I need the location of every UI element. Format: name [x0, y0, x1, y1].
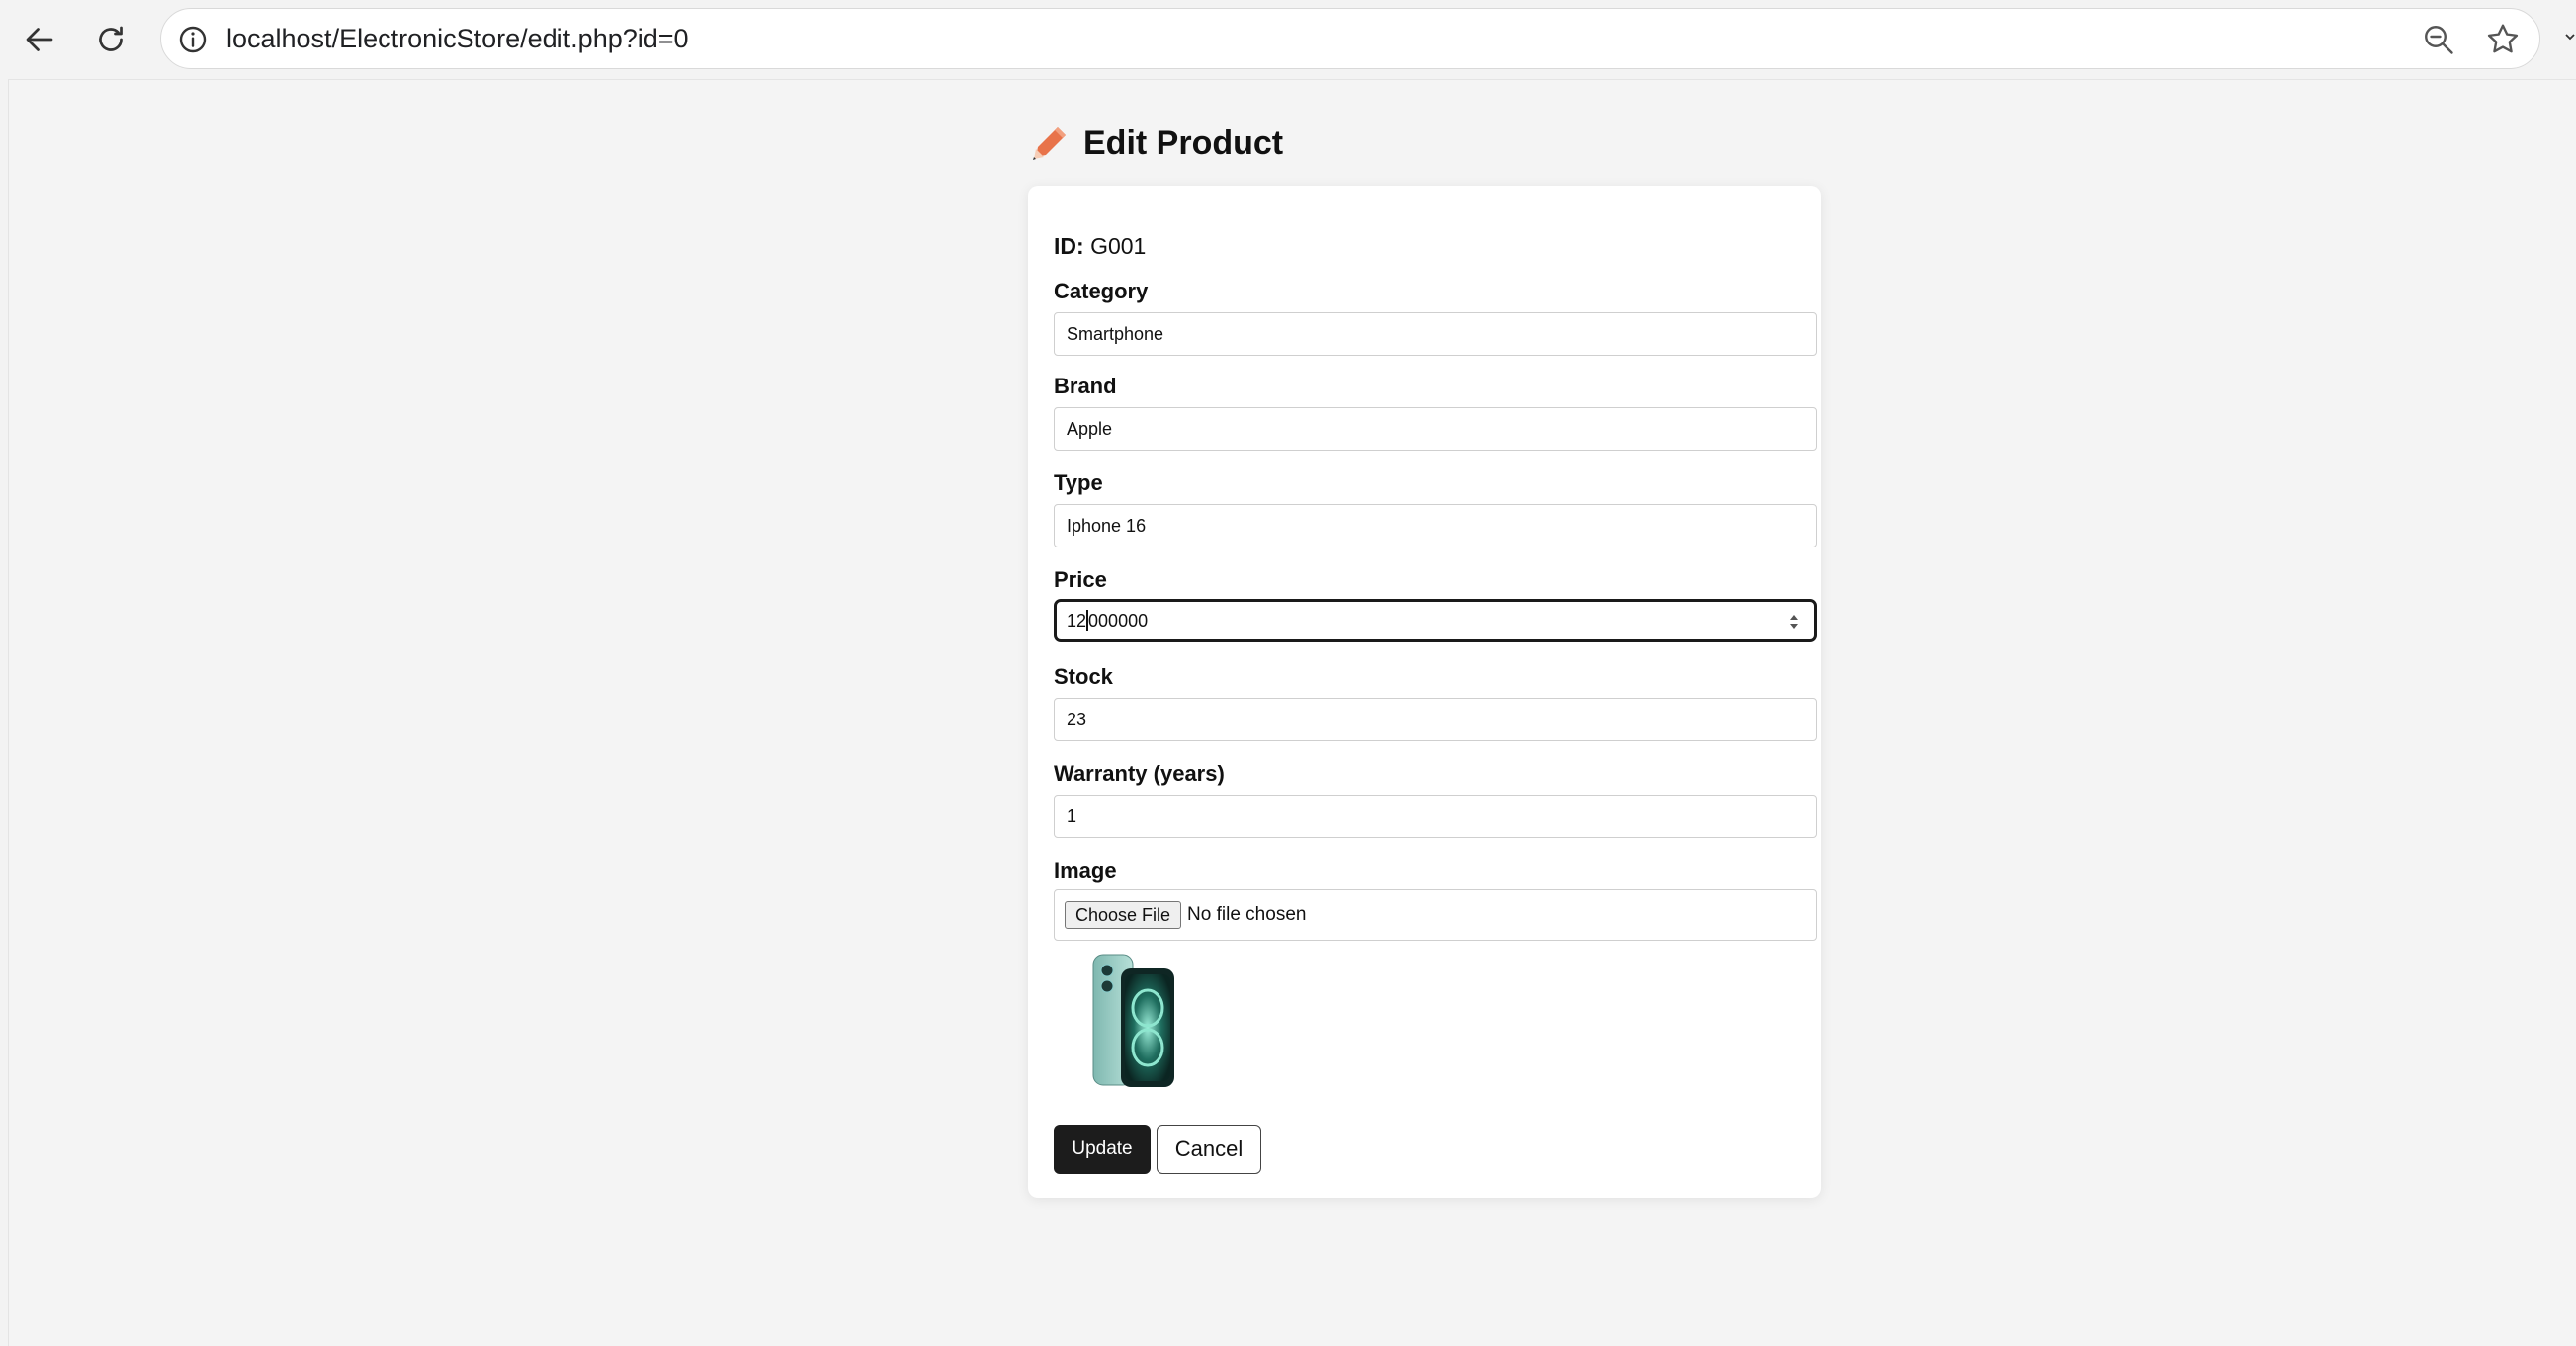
chevron-down-icon[interactable]	[2562, 26, 2576, 49]
edit-product-form: ID: G001 Category Smartphone Brand Apple…	[1028, 186, 1821, 1198]
product-id: ID: G001	[1054, 233, 1146, 260]
update-button[interactable]: Update	[1054, 1125, 1151, 1174]
pencil-icon	[1033, 127, 1066, 160]
price-label: Price	[1054, 567, 1107, 592]
choose-file-button[interactable]: Choose File	[1065, 901, 1182, 929]
type-label: Type	[1054, 470, 1103, 495]
reload-button[interactable]	[85, 14, 136, 65]
type-input[interactable]: Iphone 16	[1054, 504, 1817, 547]
reload-icon	[99, 26, 123, 51]
url-text[interactable]: localhost/ElectronicStore/edit.php?id=0	[226, 21, 689, 56]
cancel-button[interactable]: Cancel	[1157, 1125, 1261, 1174]
stock-input[interactable]: 23	[1054, 698, 1817, 741]
image-file-input[interactable]: Choose File No file chosen	[1054, 889, 1817, 941]
info-icon[interactable]	[177, 24, 209, 55]
warranty-input[interactable]: 1	[1054, 795, 1817, 838]
category-value: Smartphone	[1067, 323, 1164, 344]
image-label: Image	[1054, 858, 1117, 883]
warranty-label: Warranty (years)	[1054, 761, 1225, 786]
number-spinner-icon[interactable]	[1788, 611, 1800, 632]
address-bar[interactable]: localhost/ElectronicStore/edit.php?id=0	[160, 8, 2540, 69]
page-title: Edit Product	[1030, 119, 1283, 168]
zoom-out-icon[interactable]	[2421, 22, 2456, 57]
product-image-preview	[1092, 954, 1174, 1087]
back-arrow-icon	[26, 28, 53, 51]
id-value: G001	[1090, 233, 1147, 259]
stock-value: 23	[1067, 709, 1087, 729]
bookmark-star-icon[interactable]	[2484, 21, 2522, 58]
price-value-start: 12	[1067, 610, 1087, 631]
page-title-text: Edit Product	[1083, 124, 1284, 162]
price-input[interactable]: 12 000000	[1054, 599, 1817, 642]
category-label: Category	[1054, 279, 1149, 303]
file-status: No file chosen	[1187, 904, 1307, 925]
brand-value: Apple	[1067, 418, 1113, 439]
type-value: Iphone 16	[1067, 515, 1147, 536]
id-label: ID:	[1054, 233, 1084, 259]
warranty-value: 1	[1067, 805, 1077, 826]
back-button[interactable]	[14, 14, 65, 65]
category-input[interactable]: Smartphone	[1054, 312, 1817, 356]
price-value-end: 000000	[1088, 610, 1149, 631]
stock-label: Stock	[1054, 664, 1113, 689]
brand-label: Brand	[1054, 374, 1117, 398]
brand-input[interactable]: Apple	[1054, 407, 1817, 451]
browser-toolbar: localhost/ElectronicStore/edit.php?id=0	[0, 0, 2576, 79]
